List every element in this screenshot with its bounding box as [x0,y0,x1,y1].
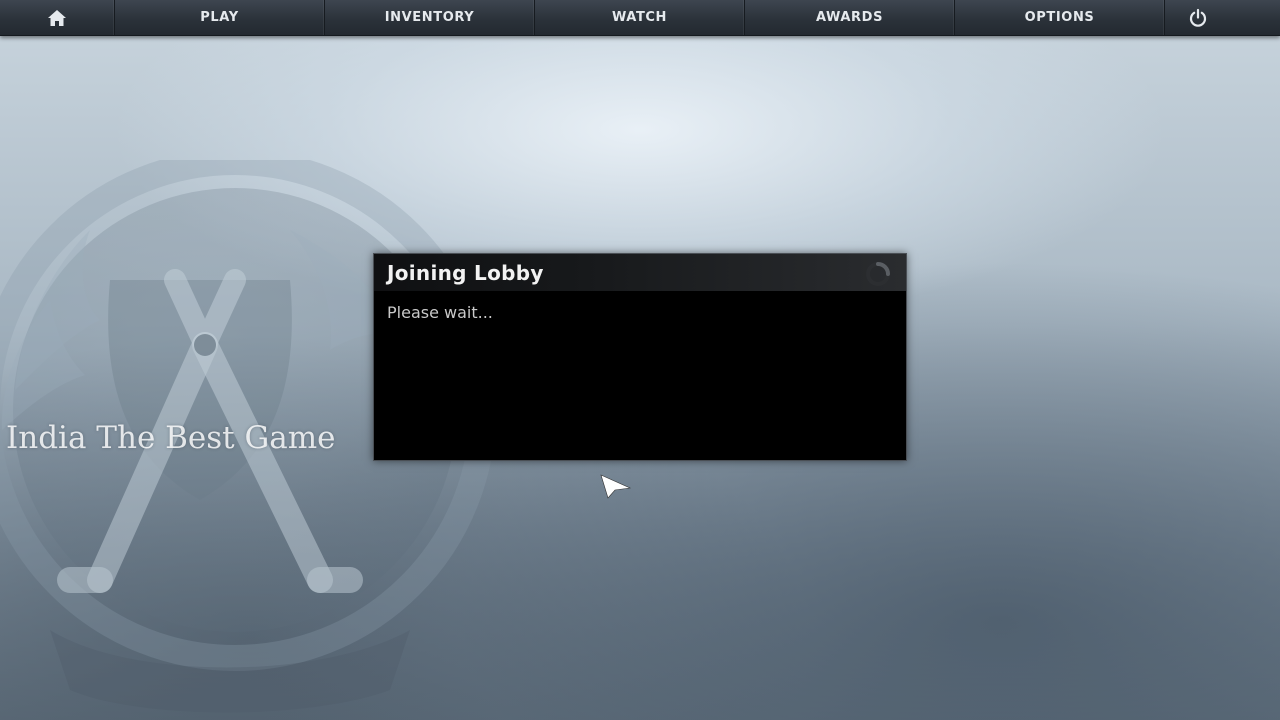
nav-watch-button[interactable]: WATCH [535,0,745,35]
nav-options-button[interactable]: OPTIONS [955,0,1165,35]
dialog-title: Joining Lobby [387,260,544,285]
nav-inventory-button[interactable]: INVENTORY [325,0,535,35]
watermark-text: India The Best Game [6,420,336,456]
mouse-cursor-icon [600,474,632,499]
loading-spinner-icon [866,262,890,286]
home-icon [48,9,66,26]
power-icon [1189,8,1206,27]
home-button[interactable] [0,0,115,35]
nav-play-button[interactable]: PLAY [115,0,325,35]
main-nav-bar: PLAY INVENTORY WATCH AWARDS OPTIONS [0,0,1280,36]
power-button[interactable] [1165,0,1230,35]
dialog-message: Please wait... [387,303,493,322]
joining-lobby-dialog: Joining Lobby Please wait... [373,253,907,461]
dialog-header: Joining Lobby [374,254,906,291]
nav-awards-button[interactable]: AWARDS [745,0,955,35]
